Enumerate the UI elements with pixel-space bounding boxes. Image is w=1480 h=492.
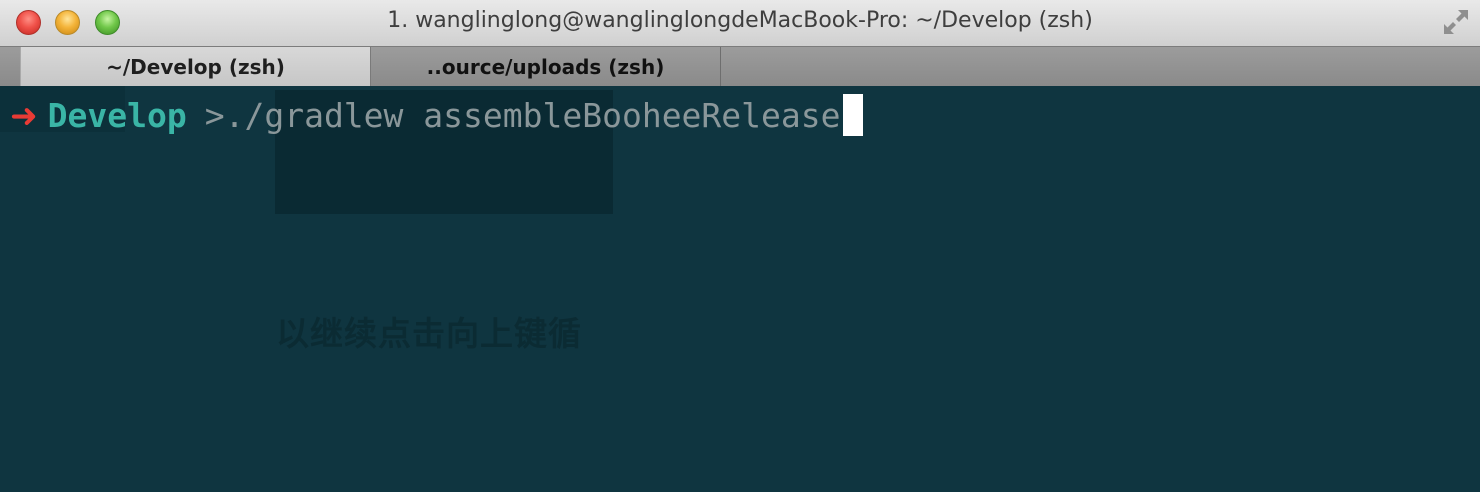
command-input[interactable]: >./gradlew assembleBooheeRelease — [205, 96, 841, 135]
tab-uploads[interactable]: ..ource/uploads (zsh) — [371, 47, 721, 86]
terminal-content[interactable]: 以继续点击向上键循 ➜ Develop >./gradlew assembleB… — [0, 86, 1480, 492]
tab-bar: ~/Develop (zsh) ..ource/uploads (zsh) — [0, 46, 1480, 86]
text-cursor — [842, 94, 863, 136]
current-directory: Develop — [47, 95, 187, 135]
terminal-window: 1. wanglinglong@wanglinglongdeMacBook-Pr… — [0, 0, 1480, 492]
fullscreen-icon[interactable] — [1440, 6, 1472, 38]
tab-develop[interactable]: ~/Develop (zsh) — [20, 47, 371, 86]
arrow-icon: ➜ — [10, 95, 38, 135]
prompt-line: ➜ Develop >./gradlew assembleBooheeRelea… — [10, 94, 863, 136]
background-text: 以继续点击向上键循 — [276, 314, 582, 353]
title-bar[interactable]: 1. wanglinglong@wanglinglongdeMacBook-Pr… — [0, 0, 1480, 46]
window-title: 1. wanglinglong@wanglinglongdeMacBook-Pr… — [387, 8, 1093, 33]
